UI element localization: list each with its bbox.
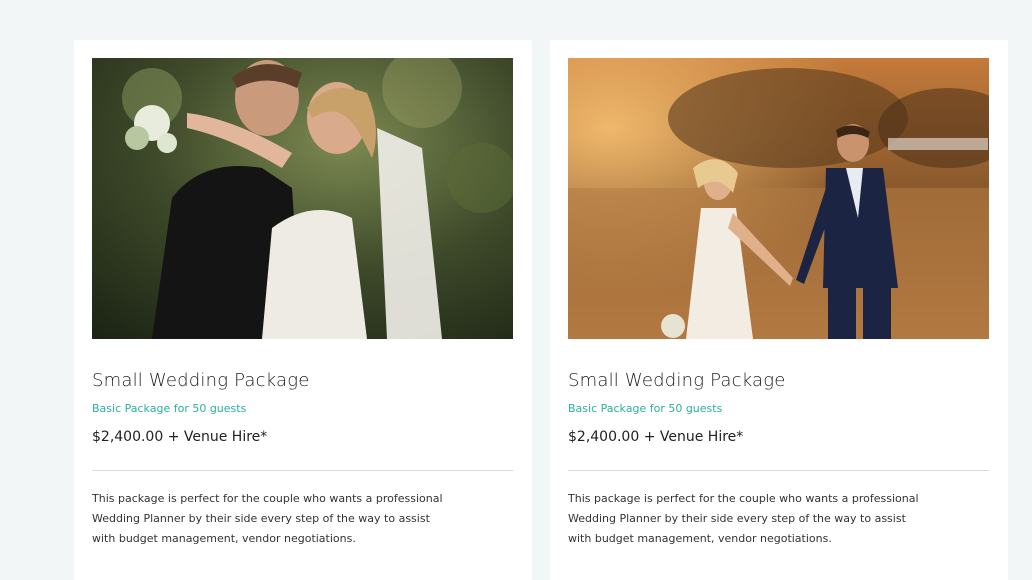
package-description: This package is perfect for the couple w… <box>92 492 443 545</box>
package-price: $2,400.00 + Venue Hire* <box>92 429 268 445</box>
package-card[interactable]: Small Wedding Package Basic Package for … <box>74 40 532 580</box>
package-title: Small Wedding Package <box>92 370 310 391</box>
package-description: This package is perfect for the couple w… <box>568 492 919 545</box>
couple-walking-sunset-image <box>568 58 989 339</box>
package-photo[interactable] <box>92 58 513 339</box>
package-subtitle: Basic Package for 50 guests <box>568 402 723 415</box>
divider <box>92 470 513 471</box>
couple-embrace-image <box>92 58 513 339</box>
package-photo[interactable] <box>568 58 989 339</box>
divider <box>568 470 989 471</box>
package-price: $2,400.00 + Venue Hire* <box>568 429 744 445</box>
package-title: Small Wedding Package <box>568 370 786 391</box>
package-card[interactable]: Small Wedding Package Basic Package for … <box>550 40 1008 580</box>
package-subtitle: Basic Package for 50 guests <box>92 402 247 415</box>
